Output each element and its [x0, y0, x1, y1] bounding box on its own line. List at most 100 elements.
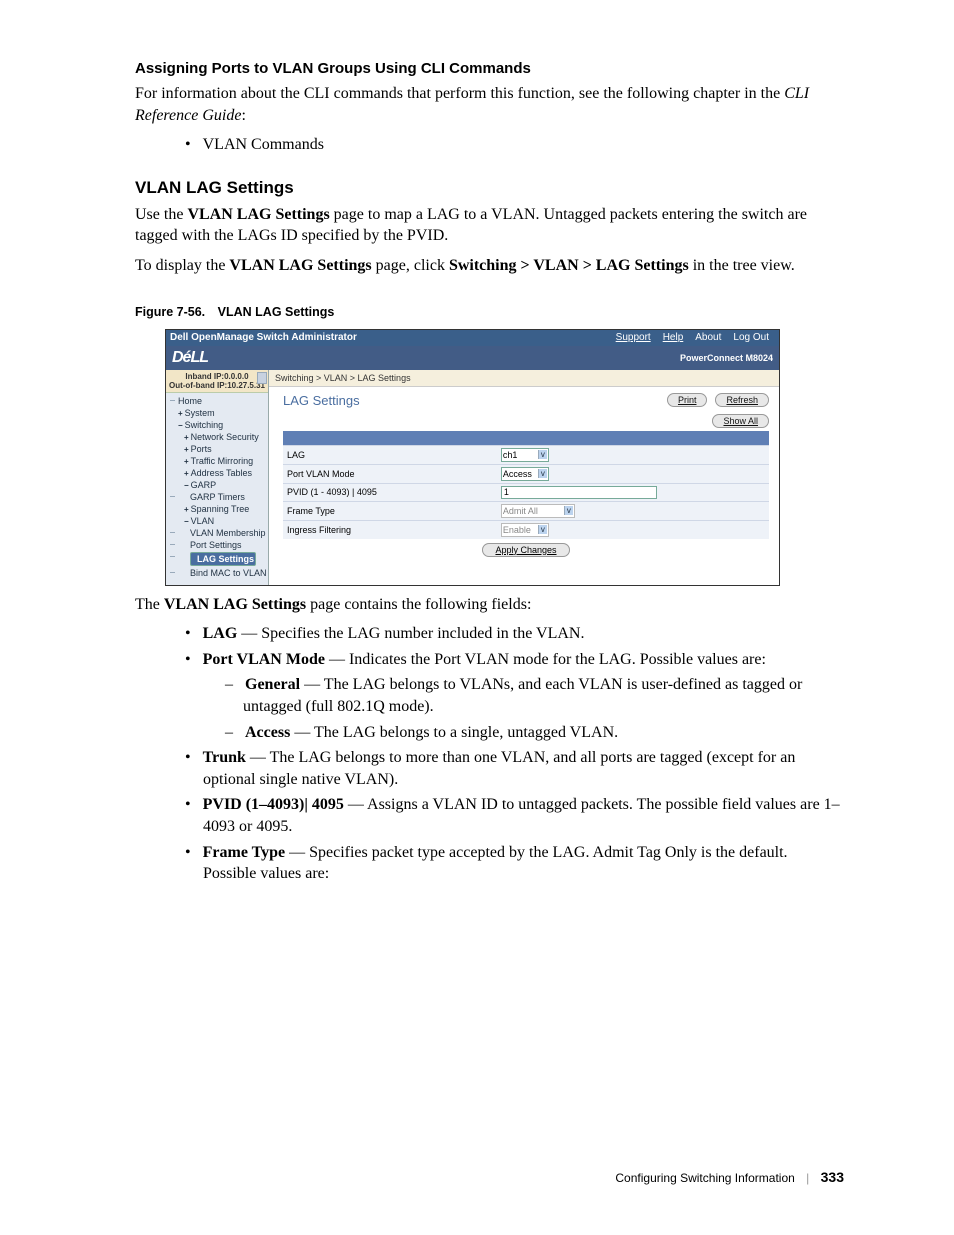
text: Use the	[135, 206, 187, 223]
tree-label: Address Tables	[191, 468, 252, 478]
tree-lag-settings[interactable]: LAG Settings	[170, 551, 268, 567]
table-row: Ingress Filtering Enablev	[283, 520, 769, 539]
text: VLAN Commands	[203, 136, 324, 153]
tree-network-security[interactable]: Network Security	[170, 431, 268, 443]
text-bold: Access	[245, 724, 290, 741]
tree-label: System	[185, 408, 215, 418]
select-value: ch1	[503, 450, 518, 460]
screenshot-figure: Dell OpenManage Switch Administrator Sup…	[165, 329, 780, 586]
text-bold: VLAN LAG Settings	[229, 257, 371, 274]
apply-changes-button[interactable]: Apply Changes	[482, 543, 569, 557]
text: page, click	[372, 257, 449, 274]
tree-bind-mac[interactable]: Bind MAC to VLAN	[170, 567, 268, 579]
text-bold: Switching > VLAN > LAG Settings	[449, 257, 689, 274]
tree-spanning-tree[interactable]: Spanning Tree	[170, 503, 268, 515]
logout-link[interactable]: Log Out	[733, 332, 769, 343]
text-bold: LAG	[203, 625, 238, 642]
list-item: PVID (1–4093)| 4095 — Assigns a VLAN ID …	[185, 794, 844, 837]
main-panel: Switching > VLAN > LAG Settings LAG Sett…	[269, 370, 779, 585]
text: For information about the CLI commands t…	[135, 85, 784, 102]
tree-home[interactable]: Home	[170, 395, 268, 407]
page-number: 333	[821, 1169, 844, 1185]
list-item: LAG — Specifies the LAG number included …	[185, 623, 844, 645]
text: — The LAG belongs to VLANs, and each VLA…	[243, 676, 802, 715]
scroll-up-icon[interactable]	[257, 372, 267, 384]
tree-traffic-mirroring[interactable]: Traffic Mirroring	[170, 455, 268, 467]
tree-garp-timers[interactable]: GARP Timers	[170, 491, 268, 503]
field-label: Frame Type	[283, 501, 497, 520]
refresh-button[interactable]: Refresh	[715, 393, 769, 407]
text: page contains the following fields:	[306, 596, 531, 613]
field-label: LAG	[283, 445, 497, 464]
list-item: Trunk — The LAG belongs to more than one…	[185, 747, 844, 790]
about-link[interactable]: About	[695, 332, 721, 343]
tree-switching[interactable]: Switching	[170, 419, 268, 431]
tree-vlan[interactable]: VLAN	[170, 515, 268, 527]
tree-ports[interactable]: Ports	[170, 443, 268, 455]
help-link[interactable]: Help	[663, 332, 684, 343]
tree-garp[interactable]: GARP	[170, 479, 268, 491]
support-link[interactable]: Support	[616, 332, 651, 343]
ingress-filtering-select: Enablev	[501, 523, 549, 537]
pvid-input[interactable]: 1	[501, 486, 657, 499]
tree-vlan-membership[interactable]: VLAN Membership	[170, 527, 268, 539]
text: — Specifies packet type accepted by the …	[203, 844, 788, 883]
text: — The LAG belongs to more than one VLAN,…	[203, 749, 795, 788]
chevron-down-icon: v	[538, 525, 547, 534]
text: To display the	[135, 257, 229, 274]
tree-label: Network Security	[191, 432, 259, 442]
tree-port-settings[interactable]: Port Settings	[170, 539, 268, 551]
port-vlan-mode-select[interactable]: Accessv	[501, 467, 549, 481]
text: — Specifies the LAG number included in t…	[237, 625, 584, 642]
list-item: General — The LAG belongs to VLANs, and …	[225, 674, 844, 717]
footer-text: Configuring Switching Information	[615, 1171, 794, 1185]
ip-info: Inband IP:0.0.0.0 Out-of-band IP:10.27.5…	[166, 370, 268, 393]
inband-ip: Inband IP:0.0.0.0	[166, 372, 268, 381]
show-all-button[interactable]: Show All	[712, 414, 769, 428]
text-bold: General	[245, 676, 300, 693]
select-value: Access	[503, 469, 532, 479]
table-row: LAG ch1 v	[283, 445, 769, 464]
tree-label: Spanning Tree	[191, 504, 250, 514]
text-bold: Port VLAN Mode	[203, 651, 325, 668]
text-bold: PVID (1–4093)| 4095	[203, 796, 344, 813]
chevron-down-icon: v	[538, 450, 547, 459]
tree-label: Traffic Mirroring	[191, 456, 254, 466]
list-item: Port VLAN Mode — Indicates the Port VLAN…	[185, 649, 844, 671]
text: — Indicates the Port VLAN mode for the L…	[325, 651, 766, 668]
dell-logo: DéLL	[172, 349, 208, 367]
table-row: PVID (1 - 4093) | 4095 1	[283, 483, 769, 501]
chevron-down-icon: v	[538, 469, 547, 478]
oob-ip: Out-of-band IP:10.27.5.31	[166, 381, 268, 390]
print-button[interactable]: Print	[667, 393, 708, 407]
field-label: Port VLAN Mode	[283, 464, 497, 483]
text: The	[135, 596, 164, 613]
select-value: Admit All	[503, 506, 538, 516]
lag-select[interactable]: ch1 v	[501, 448, 549, 462]
select-value: Enable	[503, 525, 531, 535]
section-heading: VLAN LAG Settings	[135, 178, 844, 198]
chevron-down-icon: v	[564, 506, 573, 515]
page-title: LAG Settings	[283, 393, 360, 408]
nav-tree[interactable]: Inband IP:0.0.0.0 Out-of-band IP:10.27.5…	[166, 370, 269, 585]
page-footer: Configuring Switching Information | 333	[615, 1169, 844, 1185]
text: in the tree view.	[689, 257, 795, 274]
text: — The LAG belongs to a single, untagged …	[290, 724, 618, 741]
settings-form: LAG ch1v Port VLAN Mode Accessv PVID (1 …	[283, 445, 769, 539]
product-name: PowerConnect M8024	[680, 353, 773, 363]
tree-label: VLAN	[191, 516, 215, 526]
subsection-heading: Assigning Ports to VLAN Groups Using CLI…	[135, 60, 844, 77]
list-item: VLAN Commands	[185, 134, 844, 156]
tree-address-tables[interactable]: Address Tables	[170, 467, 268, 479]
list-item: Frame Type — Specifies packet type accep…	[185, 842, 844, 885]
field-label: PVID (1 - 4093) | 4095	[283, 483, 497, 501]
tree-label: Switching	[185, 420, 224, 430]
text-bold: Frame Type	[203, 844, 286, 861]
app-title: Dell OpenManage Switch Administrator	[170, 332, 357, 343]
frame-type-select: Admit All v	[501, 504, 575, 518]
field-label: Ingress Filtering	[283, 520, 497, 539]
paragraph: For information about the CLI commands t…	[135, 83, 844, 126]
tree-label: Ports	[191, 444, 212, 454]
tree-system[interactable]: System	[170, 407, 268, 419]
paragraph: The VLAN LAG Settings page contains the …	[135, 594, 844, 616]
